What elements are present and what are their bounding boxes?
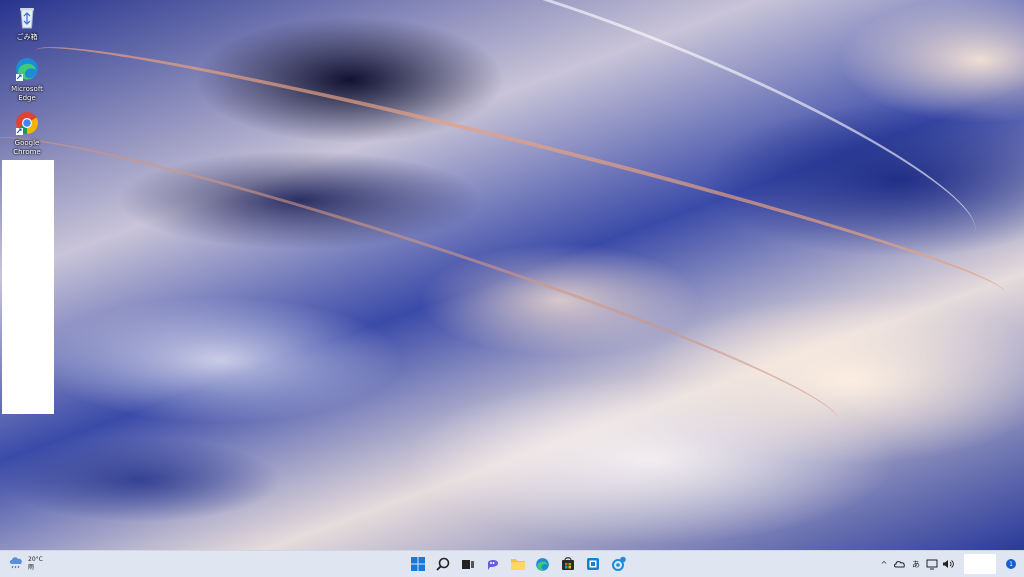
chat-icon [487, 560, 498, 570]
app-button[interactable] [583, 554, 602, 574]
ime-indicator[interactable]: あ [910, 557, 922, 571]
system-tray: ^ あ 1 [878, 554, 1016, 574]
volume-icon[interactable] [942, 557, 954, 571]
desktop-icon-label: ごみ箱 [16, 33, 38, 41]
desktop-icon-label: Google Chrome [13, 139, 41, 156]
onedrive-icon[interactable] [894, 557, 906, 571]
recycle-bin-icon [14, 4, 40, 30]
weather-condition: 雨 [28, 564, 35, 571]
weather-temp: 20°C [28, 556, 43, 563]
start-button[interactable] [408, 554, 427, 574]
edge-taskbar-button[interactable] [533, 554, 552, 574]
settings-button[interactable] [608, 554, 627, 574]
redacted-panel [2, 160, 54, 414]
edge-icon [14, 56, 40, 82]
file-explorer-button[interactable] [508, 554, 527, 574]
network-icon[interactable] [926, 557, 938, 571]
chevron-up-icon[interactable]: ^ [878, 557, 890, 571]
desktop-icon-edge[interactable]: Microsoft Edge [2, 56, 52, 103]
chat-button[interactable] [483, 554, 502, 574]
search-button[interactable] [433, 554, 452, 574]
desktop-icon-recycle-bin[interactable]: ごみ箱 [2, 4, 52, 42]
settings-icon [611, 556, 626, 571]
taskbar-pinned-apps [408, 554, 627, 574]
task-view-button[interactable] [458, 554, 477, 574]
store-icon [561, 557, 574, 570]
store-button[interactable] [558, 554, 577, 574]
desktop-icon-chrome[interactable]: Google Chrome [2, 110, 52, 157]
weather-widget[interactable]: 20°C 雨 [8, 554, 43, 574]
taskbar: 20°C 雨 ^ あ 1 [0, 550, 1024, 577]
desktop-icon-label: Microsoft Edge [11, 85, 43, 102]
chrome-icon [14, 110, 40, 136]
task-view-icon [461, 560, 474, 569]
edge-icon [536, 557, 549, 571]
file-explorer-icon [510, 559, 525, 570]
search-icon [435, 557, 449, 571]
cloud-rain-icon [8, 554, 24, 574]
app-icon [586, 558, 599, 570]
notification-badge[interactable]: 1 [1006, 559, 1016, 569]
desktop-wallpaper: ごみ箱 Microsoft Edge Google Chrome [0, 0, 1024, 550]
clock-area-redacted[interactable] [964, 554, 996, 574]
windows-start-icon [410, 557, 425, 571]
